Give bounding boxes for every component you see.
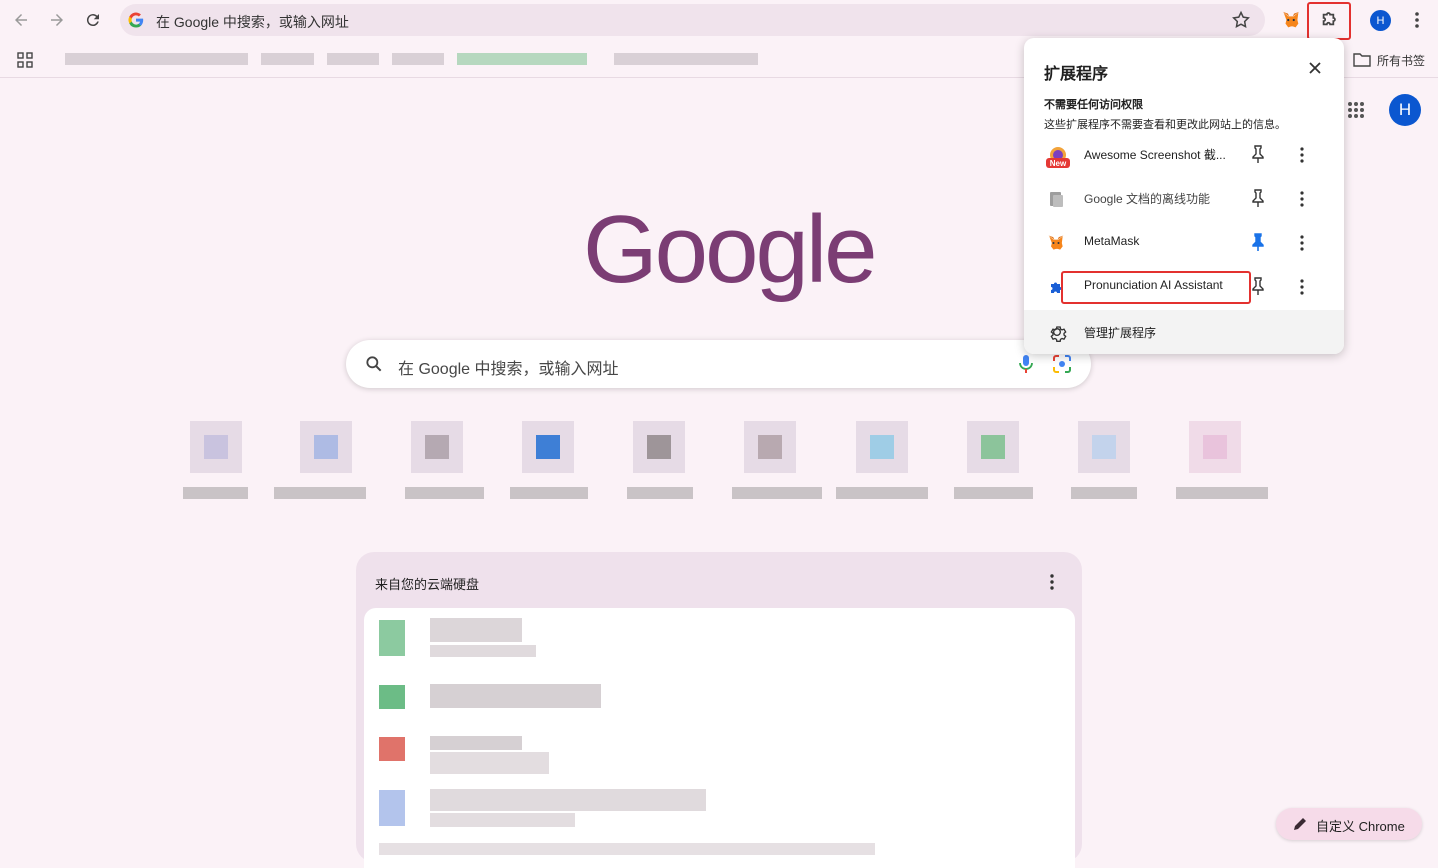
manage-extensions-row[interactable]	[1024, 310, 1344, 354]
shortcut-label	[836, 487, 928, 499]
drive-file-row[interactable]	[430, 813, 575, 827]
extension-menu-icon[interactable]	[1294, 277, 1310, 297]
address-bar-text[interactable]: 在 Google 中搜索，或输入网址	[156, 12, 349, 32]
shortcut-label	[627, 487, 693, 499]
bookmark-item[interactable]	[392, 53, 444, 65]
manage-extensions-label[interactable]: 管理扩展程序	[1084, 324, 1156, 341]
profile-avatar[interactable]: H	[1370, 10, 1391, 31]
drive-file-row[interactable]	[379, 843, 875, 855]
shortcut-label	[183, 487, 248, 499]
lens-search-icon[interactable]	[1052, 354, 1072, 379]
chrome-menu-icon[interactable]	[1408, 10, 1426, 35]
shortcut-tile[interactable]	[1078, 421, 1130, 473]
pin-icon[interactable]	[1250, 277, 1266, 295]
drive-file-row[interactable]	[430, 645, 536, 657]
reload-icon[interactable]	[80, 7, 106, 33]
google-logo: Google	[583, 196, 878, 303]
extension-item-google-docs-offline[interactable]: Google 文档的离线功能	[1024, 177, 1344, 221]
bookmark-star-icon[interactable]	[1231, 10, 1251, 35]
all-bookmarks-label[interactable]: 所有书签	[1377, 52, 1425, 69]
bookmark-item[interactable]	[261, 53, 314, 65]
shortcut-label	[405, 487, 484, 499]
drive-file-row[interactable]	[430, 789, 706, 811]
extension-name: Awesome Screenshot 截...	[1084, 148, 1226, 162]
shortcut-label	[1176, 487, 1268, 499]
shortcut-tile[interactable]	[522, 421, 574, 473]
extension-menu-icon[interactable]	[1294, 189, 1310, 209]
shortcut-tile[interactable]	[190, 421, 242, 473]
shortcut-tile[interactable]	[411, 421, 463, 473]
shortcut-tile[interactable]	[856, 421, 908, 473]
back-icon[interactable]	[8, 7, 34, 33]
extension-name: MetaMask	[1084, 234, 1140, 248]
shortcut-tile[interactable]	[1189, 421, 1241, 473]
extension-item-metamask[interactable]: MetaMask	[1024, 221, 1344, 265]
extensions-menu-title: 扩展程序	[1044, 66, 1109, 83]
shortcut-label	[732, 487, 822, 499]
search-icon	[364, 354, 384, 379]
customize-chrome-label[interactable]: 自定义 Chrome	[1316, 816, 1405, 835]
drive-file-row[interactable]	[430, 684, 601, 708]
search-placeholder[interactable]: 在 Google 中搜索，或输入网址	[398, 355, 619, 379]
shortcut-label	[274, 487, 366, 499]
extensions-button-highlight	[1307, 2, 1351, 40]
shortcut-tile[interactable]	[633, 421, 685, 473]
extension-name: Google 文档的离线功能	[1084, 192, 1211, 206]
google-g-icon	[127, 11, 145, 34]
new-badge: New	[1049, 159, 1067, 168]
folder-icon	[1353, 52, 1371, 73]
shortcut-tile[interactable]	[744, 421, 796, 473]
shortcut-tile[interactable]	[967, 421, 1019, 473]
no-access-heading: 不需要任何访问权限	[1044, 99, 1143, 111]
drive-file-icon	[379, 620, 405, 656]
metamask-icon	[1046, 233, 1066, 253]
close-icon[interactable]	[1306, 59, 1324, 82]
bookmark-item[interactable]	[327, 53, 379, 65]
bookmark-item[interactable]	[614, 53, 758, 65]
shortcut-label	[954, 487, 1033, 499]
shortcut-label	[510, 487, 588, 499]
shortcut-label	[1071, 487, 1137, 499]
drive-file-icon	[379, 685, 405, 709]
apps-grid-icon[interactable]	[17, 52, 33, 73]
awesome-screenshot-icon: New	[1046, 145, 1070, 168]
ntp-profile-avatar[interactable]: H	[1389, 94, 1421, 126]
drive-file-icon	[379, 790, 405, 826]
drive-file-icon	[379, 737, 405, 761]
pin-icon[interactable]	[1250, 145, 1266, 163]
pronunciation-item-highlight	[1061, 271, 1251, 304]
extension-item-awesome-screenshot[interactable]: New Awesome Screenshot 截...	[1024, 133, 1344, 177]
metamask-toolbar-icon[interactable]	[1280, 9, 1302, 36]
pinned-icon[interactable]	[1250, 233, 1266, 251]
pencil-icon	[1292, 816, 1308, 837]
gear-icon	[1047, 322, 1067, 347]
drive-card-title: 来自您的云端硬盘	[375, 577, 480, 592]
no-access-description: 这些扩展程序不需要查看和更改此网站上的信息。	[1044, 119, 1286, 131]
drive-file-row[interactable]	[430, 736, 522, 750]
extension-menu-icon[interactable]	[1294, 145, 1310, 165]
shortcut-tile[interactable]	[300, 421, 352, 473]
forward-icon[interactable]	[44, 7, 70, 33]
extension-menu-icon[interactable]	[1294, 233, 1310, 253]
bookmark-item[interactable]	[65, 53, 248, 65]
drive-file-row[interactable]	[430, 752, 549, 774]
google-apps-icon[interactable]	[1347, 101, 1365, 124]
drive-card-menu-icon[interactable]	[1045, 572, 1059, 597]
google-docs-offline-icon	[1046, 189, 1066, 209]
bookmark-item[interactable]	[457, 53, 587, 65]
voice-search-icon[interactable]	[1016, 353, 1036, 380]
drive-file-row[interactable]	[430, 618, 522, 642]
pin-icon[interactable]	[1250, 189, 1266, 207]
